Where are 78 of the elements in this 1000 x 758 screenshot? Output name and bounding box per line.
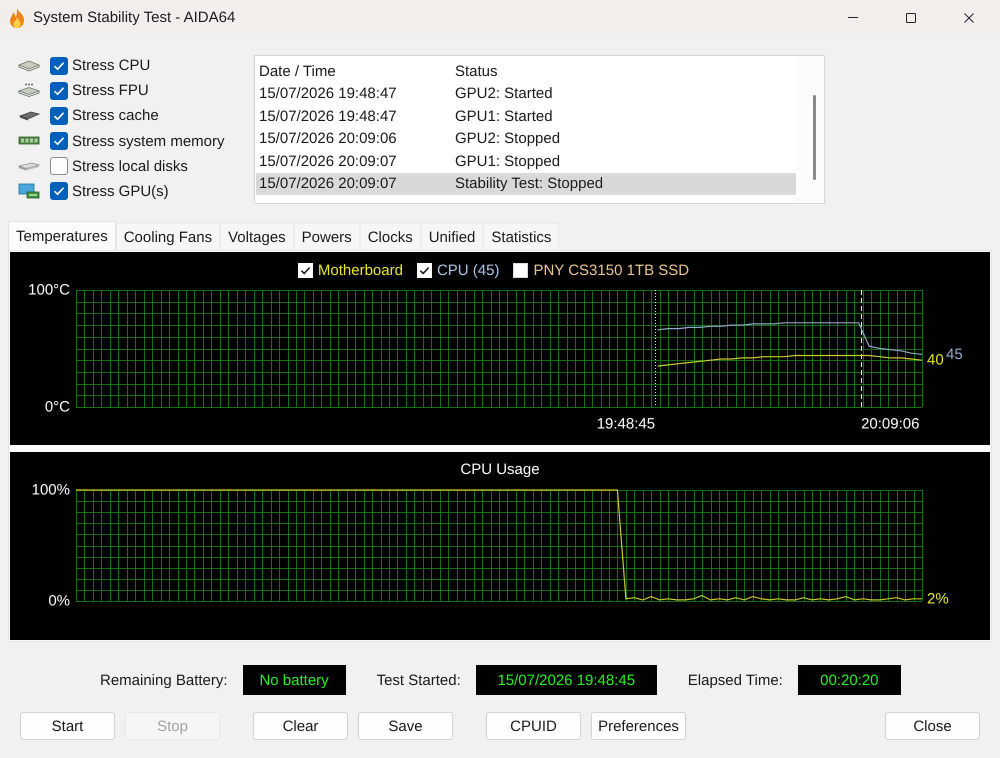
checkbox[interactable] xyxy=(50,132,68,150)
legend-label: CPU (45) xyxy=(436,262,500,279)
tab[interactable]: Voltages xyxy=(220,223,294,250)
log-cell-text: Stability Test: Stopped xyxy=(454,175,604,192)
log-cell-text: GPU2: Stopped xyxy=(454,130,560,148)
tab[interactable]: Statistics xyxy=(483,223,560,250)
check-icon xyxy=(53,110,65,122)
log-cell-text: 15/07/2026 20:09:07 xyxy=(258,175,398,192)
axis-label: 20:09:06 xyxy=(861,416,920,432)
log-cell-text: 15/07/2026 19:48:47 xyxy=(258,108,398,125)
processor-chip-icon xyxy=(18,58,40,74)
axis-label: 19:48:45 xyxy=(596,416,656,432)
log-row[interactable]: 15/07/2026 20:09:07 Stability Test: Stopped xyxy=(256,172,796,195)
action-button[interactable]: Save xyxy=(358,712,453,740)
scrollbar-thumb[interactable] xyxy=(813,95,816,180)
minimize-icon xyxy=(848,17,858,18)
checkbox[interactable] xyxy=(50,56,68,75)
log-cell-text: GPU2: Started xyxy=(454,85,553,102)
log-row[interactable]: 15/07/2026 20:09:07 GPU1: Stopped xyxy=(256,150,796,172)
log-row[interactable]: 15/07/2026 20:09:06 GPU2: Stopped xyxy=(256,128,796,150)
status-label: Remaining Battery: xyxy=(100,672,228,688)
status-label: Test Started: xyxy=(376,672,461,688)
status-label: Elapsed Time: xyxy=(688,672,783,688)
checkbox[interactable] xyxy=(50,157,68,176)
tab[interactable]: Unified xyxy=(420,223,484,250)
tab[interactable]: Cooling Fans xyxy=(116,223,220,250)
check-icon xyxy=(300,265,311,276)
option-label: Stress local disks xyxy=(72,158,188,175)
legend-label: PNY CS3150 1TB SSD xyxy=(533,262,690,279)
option-label: Stress CPU xyxy=(72,57,150,74)
action-button[interactable]: CPUID xyxy=(486,712,581,740)
option-label: Stress FPU xyxy=(72,82,149,100)
status-value: No battery xyxy=(242,665,346,695)
column-header: Date / Time xyxy=(258,62,337,80)
tab[interactable]: Clocks xyxy=(360,223,421,250)
log-cell-text: 15/07/2026 19:48:47 xyxy=(258,85,398,102)
axis-label: 0% xyxy=(48,592,70,610)
log-cell-text: 15/07/2026 20:09:07 xyxy=(258,152,398,170)
maximize-icon xyxy=(906,12,916,22)
check-icon xyxy=(53,84,65,97)
close-icon xyxy=(964,12,974,22)
log-cell-text: GPU1: Started xyxy=(454,108,553,125)
tab[interactable]: Powers xyxy=(294,223,360,250)
monitor-card-icon xyxy=(18,183,40,200)
checkbox[interactable] xyxy=(50,82,68,100)
option-label: Stress system memory xyxy=(72,132,225,150)
action-button[interactable]: Preferences xyxy=(591,712,686,740)
status-value: 15/07/2026 19:48:45 xyxy=(476,665,657,695)
check-icon xyxy=(418,265,430,276)
check-icon xyxy=(53,185,65,198)
axis-label: 100% xyxy=(32,482,70,498)
tab[interactable]: Temperatures xyxy=(8,221,116,250)
log-cell-text: 15/07/2026 20:09:06 xyxy=(258,130,398,148)
axis-label: 100°C xyxy=(28,282,70,298)
checkbox[interactable] xyxy=(50,182,68,200)
reading-label: 2% xyxy=(927,590,949,608)
action-button[interactable]: Start xyxy=(20,712,115,740)
option-label: Stress cache xyxy=(72,107,159,124)
column-header: Status xyxy=(454,62,498,80)
legend-label: Motherboard xyxy=(318,262,403,279)
chart-title: CPU Usage xyxy=(460,461,540,479)
action-button[interactable]: Close xyxy=(885,712,980,740)
legend-checkbox[interactable] xyxy=(513,263,528,278)
reading-label: 40 xyxy=(927,352,944,369)
reading-label: 45 xyxy=(946,346,963,363)
log-cell-text: GPU1: Stopped xyxy=(454,152,560,170)
flame-icon xyxy=(8,8,26,28)
checkbox[interactable] xyxy=(50,106,68,125)
axis-label: 0°C xyxy=(44,398,70,416)
log-row[interactable]: 15/07/2026 19:48:47 GPU2: Started xyxy=(256,82,796,105)
check-icon xyxy=(53,60,65,72)
chip-with-dots-icon xyxy=(18,82,40,99)
check-icon xyxy=(53,135,65,148)
window-title: System Stability Test - AIDA64 xyxy=(33,9,236,26)
status-value: 00:20:20 xyxy=(798,665,901,695)
log-row[interactable]: 15/07/2026 19:48:47 GPU1: Started xyxy=(256,105,796,128)
option-label: Stress GPU(s) xyxy=(72,182,169,200)
action-button[interactable]: Clear xyxy=(253,712,348,740)
